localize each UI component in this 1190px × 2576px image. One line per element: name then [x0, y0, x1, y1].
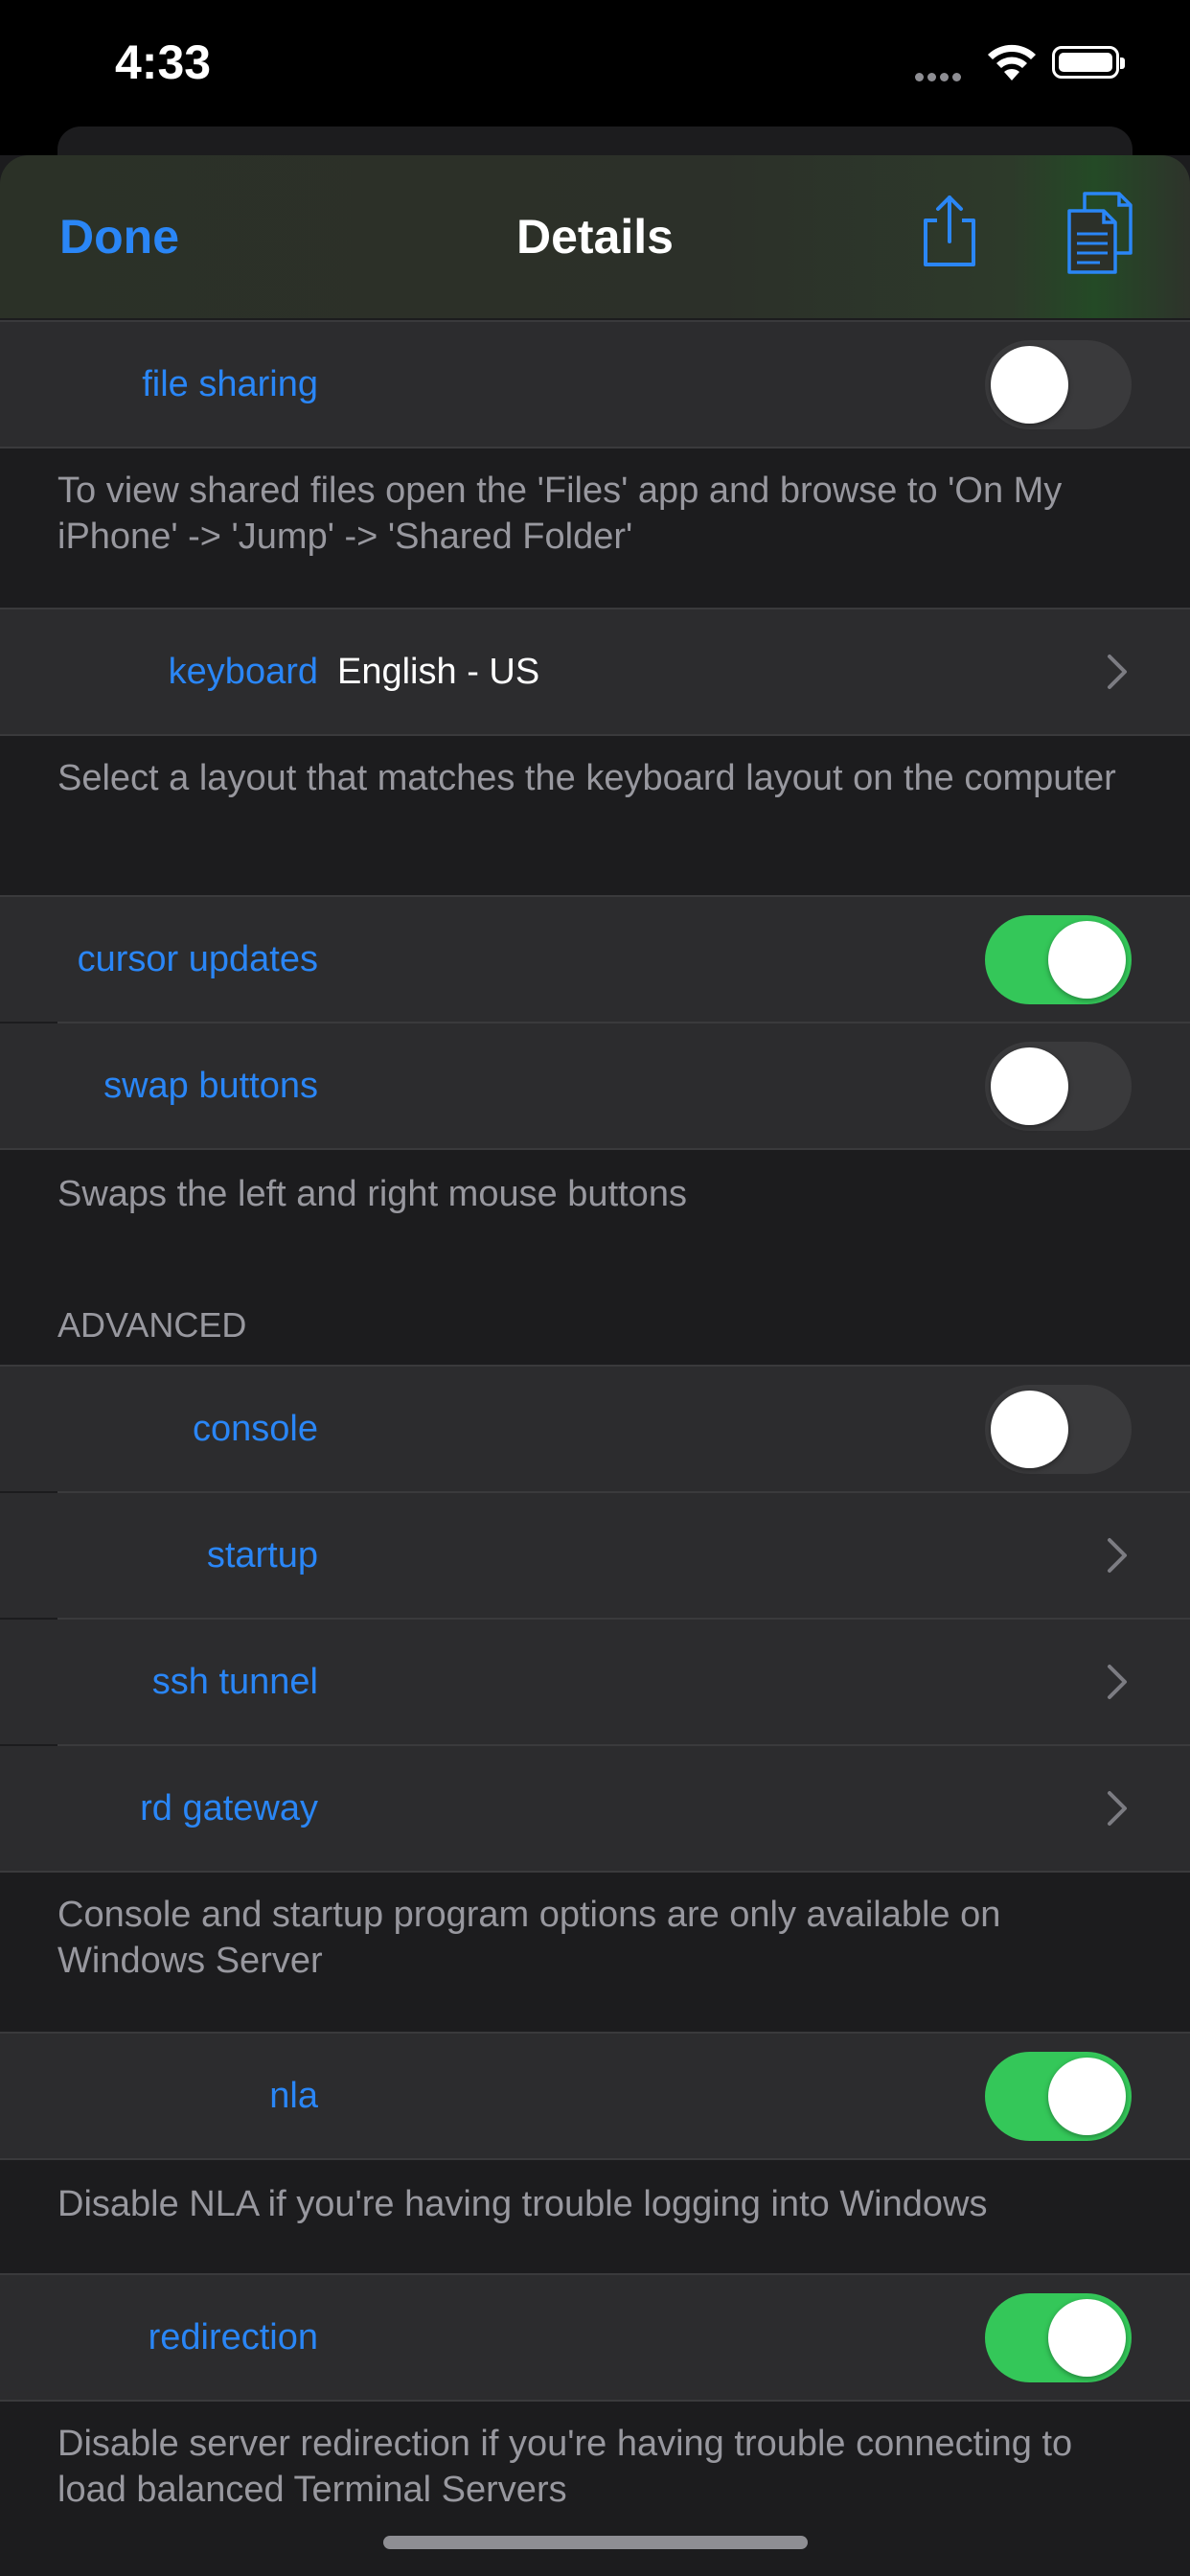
separator: [0, 734, 1190, 736]
startup-row[interactable]: startup: [0, 1493, 1190, 1618]
advanced-section-header: ADVANCED: [57, 1305, 247, 1345]
toggle-knob: [1048, 2299, 1126, 2377]
toggle-knob: [1048, 2058, 1126, 2135]
nla-label: nla: [269, 2076, 318, 2116]
console-label: console: [193, 1409, 318, 1449]
separator: [0, 1871, 1190, 1873]
rd-gateway-label: rd gateway: [140, 1788, 318, 1828]
chevron-right-icon: [1108, 1791, 1127, 1826]
rd-gateway-row[interactable]: rd gateway: [0, 1746, 1190, 1871]
console-toggle[interactable]: [985, 1385, 1132, 1474]
status-time: 4:33: [115, 35, 212, 89]
file-sharing-footer: To view shared files open the 'Files' ap…: [57, 471, 1063, 557]
separator: [0, 447, 1190, 448]
cursor-updates-toggle[interactable]: [985, 915, 1132, 1004]
chevron-right-icon: [1108, 1665, 1127, 1699]
keyboard-label: keyboard: [168, 652, 318, 692]
file-sharing-toggle[interactable]: [985, 340, 1132, 429]
ssh-tunnel-row[interactable]: ssh tunnel: [0, 1620, 1190, 1744]
nla-footer: Disable NLA if you're having trouble log…: [57, 2184, 988, 2224]
cellular-signal-icon: [915, 69, 965, 86]
chevron-right-icon: [1108, 1538, 1127, 1573]
nla-toggle[interactable]: [985, 2052, 1132, 2141]
battery-icon: [1052, 46, 1125, 79]
chevron-right-icon: [1108, 655, 1127, 689]
ssh-tunnel-label: ssh tunnel: [151, 1662, 318, 1702]
toggle-knob: [1048, 921, 1126, 999]
cursor-updates-row: cursor updates: [0, 897, 1190, 1022]
cursor-updates-label: cursor updates: [77, 939, 318, 979]
redirection-row: redirection: [0, 2275, 1190, 2400]
swap-buttons-toggle[interactable]: [985, 1042, 1132, 1131]
keyboard-footer: Select a layout that matches the keyboar…: [57, 758, 1116, 798]
startup-label: startup: [206, 1535, 318, 1576]
swap-buttons-label: swap buttons: [103, 1066, 318, 1106]
keyboard-row[interactable]: keyboard English - US: [0, 610, 1190, 734]
copy-icon[interactable]: [1065, 190, 1134, 276]
console-row: console: [0, 1367, 1190, 1491]
file-sharing-label: file sharing: [142, 364, 318, 404]
swap-buttons-footer: Swaps the left and right mouse buttons: [57, 1174, 687, 1214]
separator: [0, 2400, 1190, 2402]
wifi-icon: [988, 44, 1036, 80]
share-icon[interactable]: [918, 194, 981, 270]
home-indicator[interactable]: [383, 2536, 808, 2549]
separator: [0, 1148, 1190, 1150]
separator: [0, 2158, 1190, 2160]
toggle-knob: [991, 346, 1068, 424]
page-title: Details: [516, 210, 674, 264]
redirection-footer: Disable server redirection if you're hav…: [57, 2424, 1073, 2510]
toggle-knob: [991, 1391, 1068, 1468]
redirection-label: redirection: [148, 2317, 318, 2358]
nla-row: nla: [0, 2034, 1190, 2158]
swap-buttons-row: swap buttons: [0, 1024, 1190, 1148]
keyboard-value: English - US: [337, 652, 540, 692]
redirection-toggle[interactable]: [985, 2293, 1132, 2382]
navigation-bar: Done Details: [0, 155, 1190, 318]
advanced-footer: Console and startup program options are …: [57, 1895, 1001, 1981]
file-sharing-row: file sharing: [0, 322, 1190, 447]
toggle-knob: [991, 1047, 1068, 1125]
